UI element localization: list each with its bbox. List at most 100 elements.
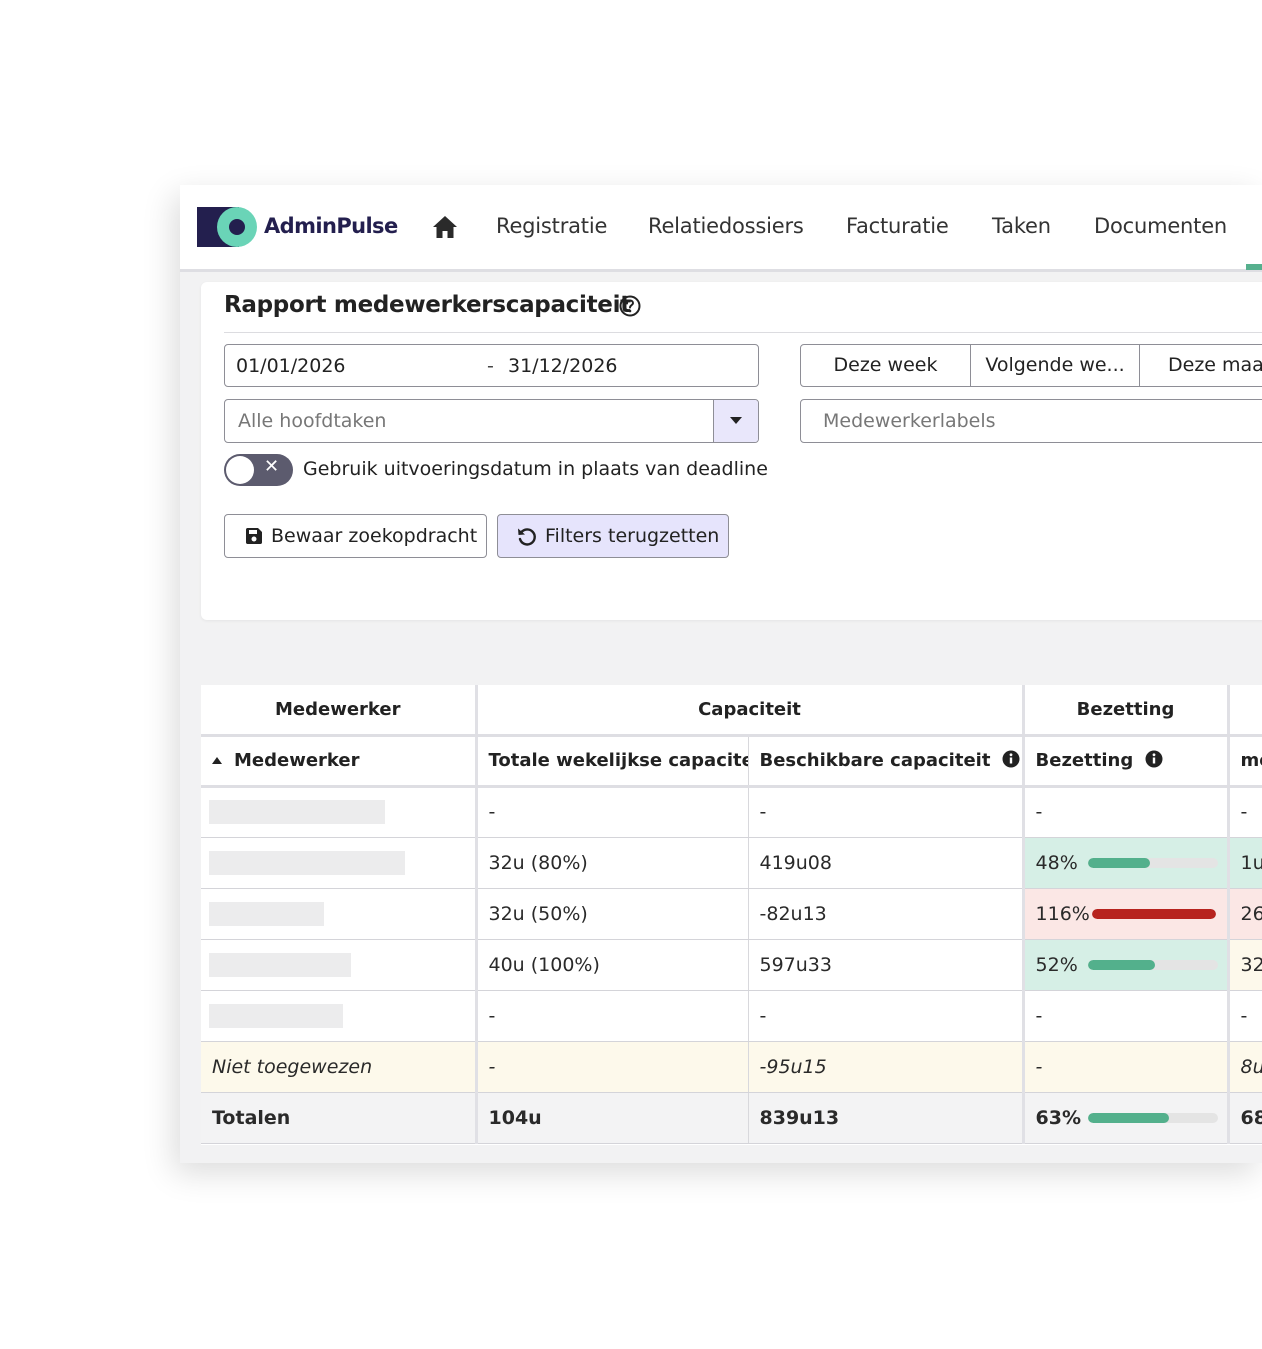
- adminpulse-logo[interactable]: AdminPulse: [197, 207, 398, 249]
- employee-labels-select[interactable]: Medewerkerlabels: [800, 399, 1262, 443]
- occupancy-bar: [1087, 959, 1218, 970]
- quick-range-this-month[interactable]: Deze maand: [1139, 344, 1262, 387]
- logo-text: AdminPulse: [264, 214, 398, 238]
- home-icon[interactable]: [432, 215, 458, 243]
- cell-available-capacity: -82u13: [748, 888, 1025, 940]
- nav-taken[interactable]: Taken: [992, 214, 1051, 238]
- cell-extra: 32: [1228, 939, 1262, 991]
- group-header-occupancy: Bezetting: [1023, 685, 1230, 737]
- info-icon[interactable]: [1145, 750, 1163, 768]
- occupancy-percent: 48%: [1035, 851, 1078, 874]
- date-range-input[interactable]: 01/01/2026 - 31/12/2026: [224, 344, 759, 387]
- cell-extra: -: [1228, 786, 1262, 838]
- undo-icon: [516, 526, 538, 553]
- col-header-occupancy[interactable]: Bezetting: [1023, 735, 1230, 788]
- toggle-knob: [226, 456, 254, 484]
- date-from[interactable]: 01/01/2026: [236, 355, 346, 377]
- page-title: Rapport medewerkerscapaciteit: [224, 292, 631, 318]
- column-header-row: Medewerker Totale wekelijkse capaciteit …: [201, 735, 1262, 788]
- occupancy-bar: [1087, 1112, 1218, 1123]
- group-header-extra: [1228, 685, 1262, 737]
- employee-labels-placeholder: Medewerkerlabels: [823, 410, 996, 432]
- occupancy-bar: [1087, 857, 1218, 868]
- table-row[interactable]: 32u (50%) -82u13 116% 26: [201, 888, 1262, 940]
- cell-available-capacity: -: [748, 786, 1025, 838]
- help-circle-icon[interactable]: [619, 295, 641, 321]
- cell-available-capacity: -: [748, 990, 1025, 1042]
- cell-available-capacity: 839u13: [748, 1092, 1025, 1144]
- occupancy-percent: 52%: [1035, 953, 1078, 976]
- save-search-label: Bewaar zoekopdracht: [271, 525, 478, 547]
- save-search-button[interactable]: Bewaar zoekopdracht: [224, 514, 487, 558]
- title-divider: [224, 332, 1262, 333]
- group-header-capacity: Capaciteit: [476, 685, 1025, 737]
- select-dropdown-button[interactable]: [713, 400, 758, 442]
- capacity-grid: Medewerker Capaciteit Bezetting Medewerk…: [201, 685, 1262, 1145]
- cell-total-capacity: 32u (80%): [476, 837, 749, 889]
- top-navbar: AdminPulse Registratie Relatiedossiers F…: [180, 185, 1262, 272]
- table-row[interactable]: - - - -: [201, 990, 1262, 1042]
- reset-filters-label: Filters terugzetten: [545, 525, 720, 547]
- cell-extra: 26: [1228, 888, 1262, 940]
- employee-name-redacted: [201, 990, 478, 1042]
- occupancy-bar-fill: [1087, 1112, 1170, 1123]
- cell-totals-label: Totalen: [201, 1092, 478, 1144]
- cell-occupancy: 63%: [1023, 1092, 1230, 1144]
- execution-date-toggle[interactable]: ✕: [224, 454, 293, 486]
- save-icon: [245, 527, 263, 550]
- col-header-total-weekly-capacity[interactable]: Totale wekelijkse capaciteit: [476, 735, 749, 788]
- sort-ascending-icon[interactable]: [212, 757, 222, 764]
- nav-documenten[interactable]: Documenten: [1094, 214, 1227, 238]
- redacted-placeholder: [209, 1003, 343, 1028]
- totals-row: Totalen 104u 839u13 63% 68: [201, 1092, 1262, 1144]
- redacted-placeholder: [209, 800, 385, 824]
- col-header-occupancy-label: Bezetting: [1035, 750, 1134, 771]
- occupancy-bar-fill: [1087, 857, 1150, 868]
- col-header-extra[interactable]: me: [1228, 735, 1262, 788]
- employee-name-redacted: [201, 786, 478, 838]
- cell-total-capacity: 104u: [476, 1092, 749, 1144]
- table-row[interactable]: - - - -: [201, 786, 1262, 838]
- main-task-select[interactable]: Alle hoofdtaken: [224, 399, 759, 443]
- redacted-placeholder: [209, 850, 405, 875]
- filter-card: Rapport medewerkerscapaciteit 01/01/2026…: [201, 282, 1262, 620]
- cell-total-capacity: -: [476, 990, 749, 1042]
- cell-total-capacity: 32u (50%): [476, 888, 749, 940]
- nav-registratie[interactable]: Registratie: [496, 214, 607, 238]
- cell-total-capacity: 40u (100%): [476, 939, 749, 991]
- date-to[interactable]: 31/12/2026: [508, 355, 618, 377]
- employee-name-redacted: [201, 888, 478, 940]
- main-task-placeholder: Alle hoofdtaken: [238, 410, 387, 432]
- quick-range-next-week[interactable]: Volgende we...: [970, 344, 1140, 387]
- cell-occupancy: -: [1023, 1041, 1230, 1093]
- cell-extra: 8u: [1228, 1041, 1262, 1093]
- reset-filters-button[interactable]: Filters terugzetten: [497, 514, 729, 558]
- employee-name-redacted: [201, 939, 478, 991]
- cell-total-capacity: -: [476, 786, 749, 838]
- cell-available-capacity: -95u15: [748, 1041, 1025, 1093]
- cell-extra: 1u: [1228, 837, 1262, 889]
- nav-facturatie[interactable]: Facturatie: [846, 214, 949, 238]
- occupancy-percent: 116%: [1035, 902, 1090, 925]
- cell-available-capacity: 419u08: [748, 837, 1025, 889]
- col-header-employee[interactable]: Medewerker: [201, 735, 478, 788]
- col-header-available-capacity[interactable]: Beschikbare capaciteit: [748, 735, 1025, 788]
- quick-range-this-week[interactable]: Deze week: [800, 344, 971, 387]
- nav-relatiedossiers[interactable]: Relatiedossiers: [648, 214, 804, 238]
- col-header-employee-label: Medewerker: [234, 750, 360, 771]
- cell-occupancy: 48%: [1023, 837, 1230, 889]
- group-header-row: Medewerker Capaciteit Bezetting: [201, 685, 1262, 737]
- caret-down-icon: [730, 417, 742, 424]
- occupancy-percent: 63%: [1035, 1106, 1081, 1129]
- cell-extra: 68: [1228, 1092, 1262, 1144]
- group-header-employee: Medewerker: [201, 685, 478, 737]
- table-row[interactable]: 32u (80%) 419u08 48% 1u: [201, 837, 1262, 889]
- cell-occupancy: -: [1023, 786, 1230, 838]
- info-icon[interactable]: [1002, 750, 1020, 768]
- cell-unassigned-name: Niet toegewezen: [201, 1041, 478, 1093]
- nav-active-indicator: [1246, 264, 1262, 270]
- table-row[interactable]: 40u (100%) 597u33 52% 32: [201, 939, 1262, 991]
- employee-name-redacted: [201, 837, 478, 889]
- cell-available-capacity: 597u33: [748, 939, 1025, 991]
- unassigned-row[interactable]: Niet toegewezen - -95u15 - 8u: [201, 1041, 1262, 1093]
